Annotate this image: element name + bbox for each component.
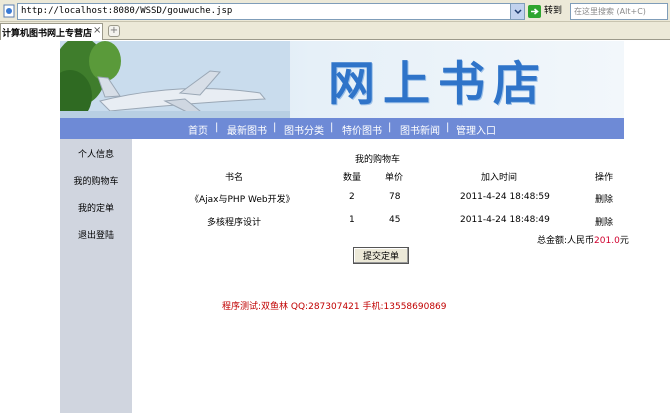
column-header-name: 书名 <box>225 173 244 183</box>
column-header-price: 单价 <box>385 173 404 183</box>
book-name-cell: 《Ajax与PHP Web开发》 <box>190 195 295 205</box>
search-input[interactable]: 在这里搜索 (Alt+C) <box>570 3 668 20</box>
url-dropdown-button[interactable] <box>510 4 524 19</box>
book-name-cell: 多核程序设计 <box>207 218 262 228</box>
cart-total: 总金额:人民币201.0元 <box>537 233 629 246</box>
qty-cell: 1 <box>349 215 355 225</box>
total-amount: 201.0 <box>594 236 620 246</box>
nav-special-offers[interactable]: 特价图书 <box>342 122 382 137</box>
site-title: 网上书店 <box>328 57 548 112</box>
nav-book-news[interactable]: 图书新闻 <box>400 122 440 137</box>
cart-title: 我的购物车 <box>355 155 401 165</box>
nav-separator: | <box>388 122 392 133</box>
main-nav: 首页 | 最新图书 | 图书分类 | 特价图书 | 图书新闻 | 管理入口 <box>60 118 624 139</box>
nav-categories[interactable]: 图书分类 <box>284 122 324 137</box>
sidebar-item-profile[interactable]: 个人信息 <box>60 147 132 160</box>
sidebar-item-cart[interactable]: 我的购物车 <box>60 174 132 187</box>
new-tab-button[interactable]: + <box>108 25 120 37</box>
total-unit: 元 <box>619 236 629 246</box>
column-header-time: 加入时间 <box>481 173 518 183</box>
time-cell: 2011-4-24 18:48:59 <box>460 192 550 202</box>
nav-home[interactable]: 首页 <box>188 122 208 137</box>
sidebar-item-orders[interactable]: 我的定单 <box>60 201 132 214</box>
qty-cell: 2 <box>349 192 355 202</box>
delete-link[interactable]: 删除 <box>595 192 613 205</box>
price-cell: 45 <box>389 215 401 225</box>
total-label: 总金额:人民币 <box>537 236 595 246</box>
nav-separator: | <box>215 122 219 133</box>
tab-title: 计算机图书网上专营店 <box>2 29 93 39</box>
price-cell: 78 <box>389 192 401 202</box>
nav-separator: | <box>273 122 277 133</box>
close-icon[interactable]: × <box>93 25 101 36</box>
page-icon <box>3 4 15 18</box>
nav-new-books[interactable]: 最新图书 <box>227 122 267 137</box>
tab-bar: 计算机图书网上专营店 × + <box>0 22 670 40</box>
sidebar-item-logout[interactable]: 退出登陆 <box>60 228 132 241</box>
footer-contact: 程序测试:双鱼林 QQ:287307421 手机:13558690869 <box>222 302 447 312</box>
tab-active[interactable]: 计算机图书网上专营店 × <box>0 23 103 40</box>
go-arrow-icon <box>528 5 541 18</box>
go-label: 转到 <box>544 6 563 16</box>
page-viewport: 网上书店 首页 | 最新图书 | 图书分类 | 特价图书 | 图书新闻 | 管理… <box>0 41 670 413</box>
address-bar: http://localhost:8080/WSSD/gouwuche.jsp … <box>0 0 670 22</box>
airplane-scene-image <box>60 41 290 118</box>
go-button[interactable]: 转到 <box>528 3 566 20</box>
url-input[interactable]: http://localhost:8080/WSSD/gouwuche.jsp <box>17 3 525 20</box>
column-header-qty: 数量 <box>343 173 362 183</box>
nav-separator: | <box>330 122 334 133</box>
delete-link[interactable]: 删除 <box>595 215 613 228</box>
nav-separator: | <box>446 122 450 133</box>
nav-admin[interactable]: 管理入口 <box>456 122 496 137</box>
submit-order-button[interactable]: 提交定单 <box>353 247 409 264</box>
chevron-down-icon <box>514 9 522 15</box>
column-header-action: 操作 <box>595 173 614 183</box>
time-cell: 2011-4-24 18:48:49 <box>460 215 550 225</box>
site-banner: 网上书店 <box>60 41 624 118</box>
sidebar: 个人信息 我的购物车 我的定单 退出登陆 <box>60 139 132 413</box>
